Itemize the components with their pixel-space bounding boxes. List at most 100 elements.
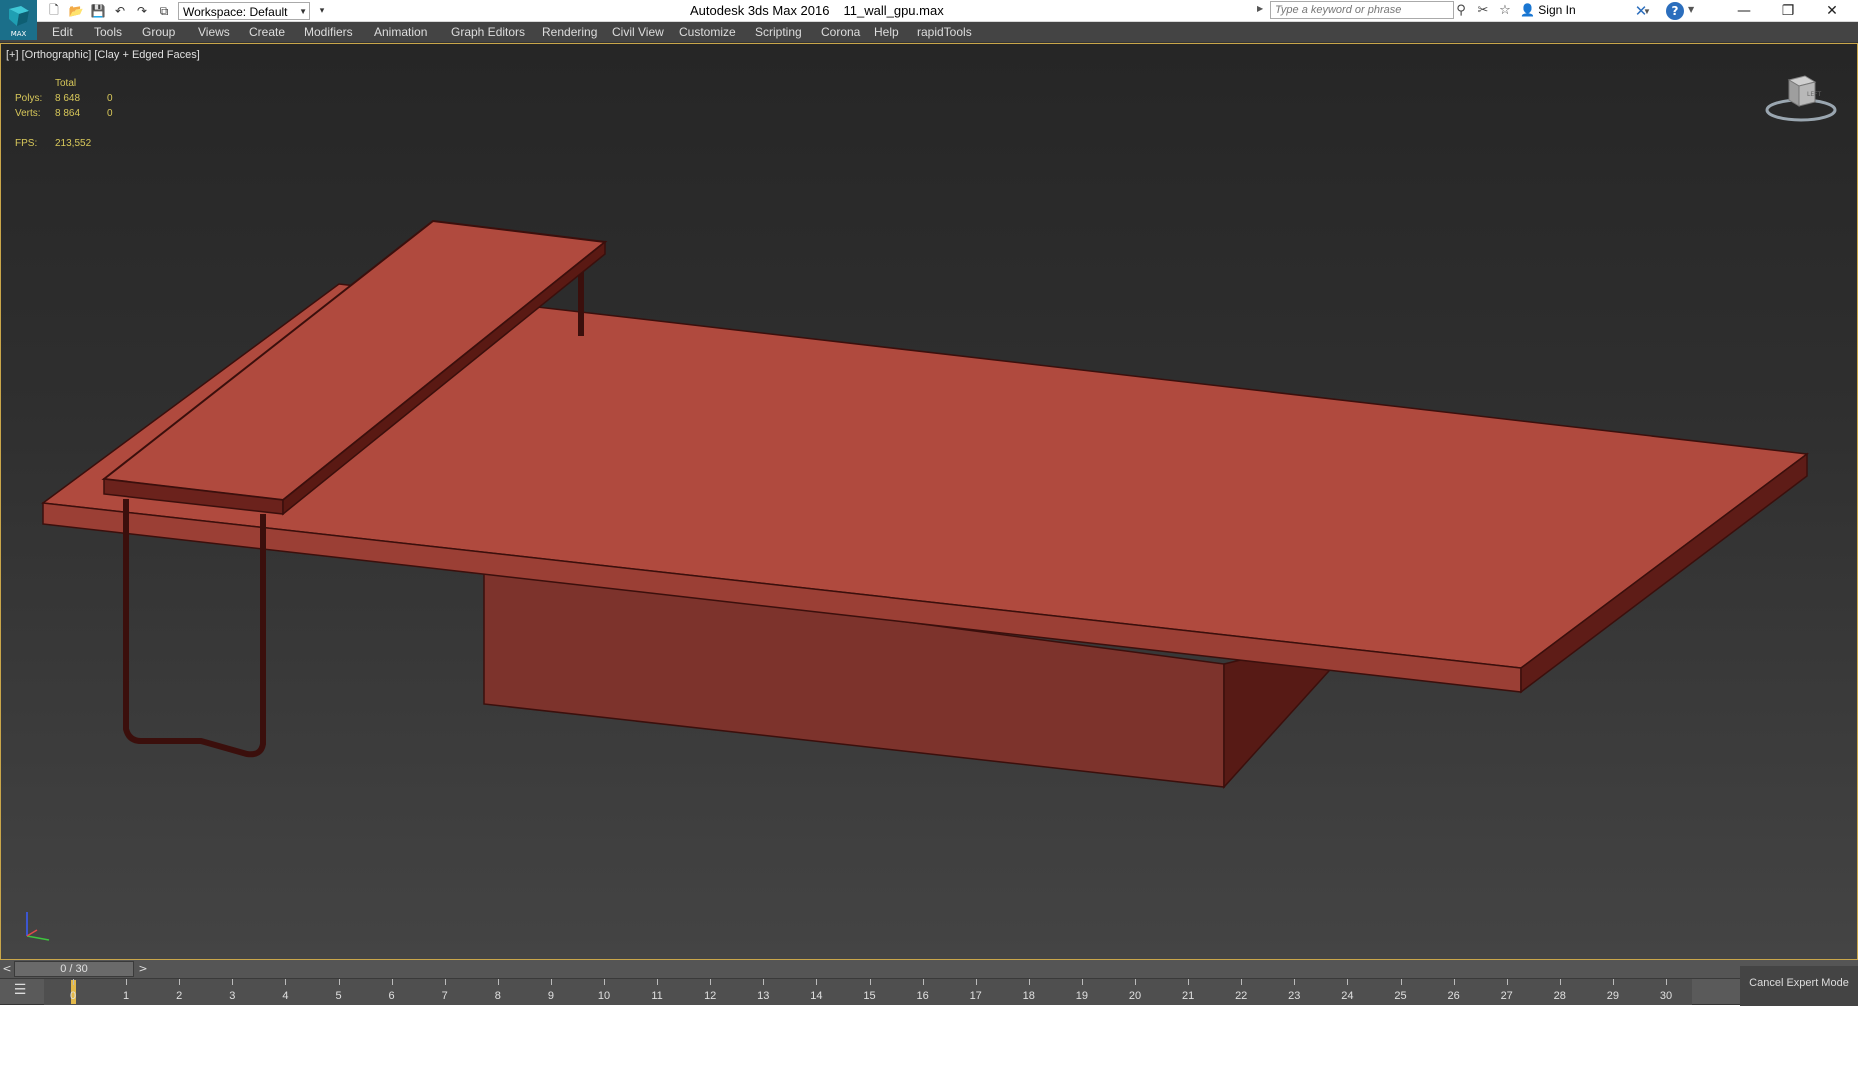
menu-scripting[interactable]: Scripting [755,25,802,39]
timeline-tick [1347,979,1349,985]
chevron-down-icon[interactable]: ▼ [1688,5,1694,14]
timeline-tick [497,979,499,985]
help-icon[interactable]: ? [1666,2,1684,20]
timeline-tick [1506,979,1508,985]
sign-in-label: Sign In [1538,3,1576,17]
scene-3d-model[interactable] [1,44,1857,959]
menu-modifiers[interactable]: Modifiers [304,25,353,39]
undo-icon[interactable]: ↶ [110,2,130,20]
timeline-tick-label: 23 [1288,990,1301,1002]
menu-graph-editors[interactable]: Graph Editors [451,25,525,39]
viewcube-face-label: LEFT [1807,91,1821,98]
timeline-tick [1028,979,1030,985]
timeline-tick-label: 22 [1235,990,1248,1002]
timeline-tick-label: 18 [1022,990,1035,1002]
viewcube-navigator[interactable]: LEFT [1761,68,1841,128]
previous-frame-button[interactable]: < [0,960,14,978]
timeline-tick [126,979,128,985]
timeline-tick-label: 13 [757,990,770,1002]
timeline-tick-label: 17 [969,990,982,1002]
timeline-tick-label: 4 [282,990,289,1002]
open-file-icon[interactable]: 📂 [66,2,86,20]
favorites-star-icon[interactable]: ☆ [1496,1,1514,19]
redo-icon[interactable]: ↷ [132,2,152,20]
save-file-icon[interactable]: 💾 [88,2,108,20]
timeline-tick [285,979,287,985]
time-slider-bar: < 0 / 30 > [0,960,1858,979]
user-icon: 👤 [1520,3,1535,17]
menu-customize[interactable]: Customize [679,25,736,39]
timeline-tick [1559,979,1561,985]
timeline-tick-label: 9 [547,990,554,1002]
window-title: Autodesk 3ds Max 2016 11_wall_gpu.max [690,3,958,18]
timeline-tick [657,979,659,985]
timeline-tick [1612,979,1614,985]
menu-edit[interactable]: Edit [52,25,73,39]
menu-group[interactable]: Group [142,25,175,39]
app-title: Autodesk 3ds Max 2016 [690,3,830,18]
timeline-tick-label: 27 [1500,990,1513,1002]
timeline-tick-label: 0 [69,990,77,1002]
timeline-tick [869,979,871,985]
timeline-tick-label: 26 [1447,990,1460,1002]
timeline-tick [1081,979,1083,985]
file-name: 11_wall_gpu.max [843,3,944,18]
timeline-tick-label: 30 [1659,990,1673,1002]
timeline-tick-label: 11 [651,990,663,1002]
timeline-tick [232,979,234,985]
menu-help[interactable]: Help [874,25,899,39]
time-slider[interactable]: 0 / 30 [14,961,134,977]
minimize-button[interactable]: — [1722,0,1766,22]
timeline-tick [338,979,340,985]
timeline-tick-label: 28 [1553,990,1566,1002]
timeline-tick [1241,979,1243,985]
title-bar: 🗋 📂 💾 ↶ ↷ ⧉ Workspace: Default ▼ ▾ Autod… [0,0,1858,22]
menu-tools[interactable]: Tools [94,25,122,39]
new-file-icon[interactable]: 🗋 [44,2,64,20]
menu-bar: Edit Tools Group Views Create Modifiers Animat… [0,22,1858,43]
search-expand-icon[interactable]: ▶ [1257,4,1263,13]
timeline-tick-label: 15 [863,990,876,1002]
menu-views[interactable]: Views [198,25,230,39]
search-input[interactable]: Type a keyword or phrase [1270,1,1454,19]
menu-civil-view[interactable]: Civil View [612,25,664,39]
viewport-orthographic[interactable]: [+] [Orthographic] [Clay + Edged Faces] … [0,43,1858,960]
app-logo-icon [8,6,29,26]
restore-button[interactable]: ❐ [1766,0,1810,22]
timeline-tick [1135,979,1136,985]
timeline-tick-label: 16 [916,990,929,1002]
quick-access-toolbar: 🗋 📂 💾 ↶ ↷ ⧉ Workspace: Default ▼ ▾ [44,1,332,21]
close-button[interactable]: ✕ [1810,0,1854,22]
timeline-tick-label: 6 [388,990,395,1002]
timeline-tick [1453,979,1455,985]
app-menu-button[interactable]: MAX [0,0,37,40]
axis-tripod-icon [26,912,50,941]
timeline-tick [179,979,181,985]
menu-animation[interactable]: Animation [374,25,427,39]
menu-rapidtools[interactable]: rapidTools [917,25,972,39]
customize-toolbar-icon[interactable]: ▾ [312,2,332,20]
timeline-tick-label: 5 [335,990,342,1002]
binoculars-icon[interactable]: ⚲ [1452,1,1470,19]
next-frame-button[interactable]: > [136,960,150,978]
timeline-tick-label: 8 [494,990,501,1002]
cancel-expert-mode-button[interactable]: Cancel Expert Mode [1740,966,1858,1006]
comm-center-icon[interactable]: ✂ [1474,1,1492,19]
timeline-tick-label: 24 [1341,990,1354,1002]
track-bar: ☰ 0 1 2 3 4 5 6 7 8 9 10 11 12 13 14 15 16 17 18 19 20 21 22 23… [0,979,1858,1005]
timeline-tick [391,979,393,985]
menu-rendering[interactable]: Rendering [542,25,597,39]
workspace-dropdown[interactable]: Workspace: Default ▼ [178,2,310,20]
timeline-tick-label: 21 [1181,990,1195,1002]
timeline-tick [604,979,605,985]
timeline-ruler[interactable]: 0 1 2 3 4 5 6 7 8 9 10 11 12 13 14 15 16 17 18 19 20 21 22 23 24… [44,979,1692,1005]
timeline-tick [763,979,765,985]
menu-corona[interactable]: Corona [821,25,860,39]
menu-create[interactable]: Create [249,25,285,39]
timeline-tick [550,979,552,985]
curve-editor-icon[interactable]: ☰ [4,982,36,1002]
timeline-tick-label: 25 [1394,990,1407,1002]
timeline-tick-label: 2 [176,990,183,1002]
exchange-apps-icon[interactable]: ✕ [1632,2,1650,20]
project-folder-icon[interactable]: ⧉ [154,2,174,20]
